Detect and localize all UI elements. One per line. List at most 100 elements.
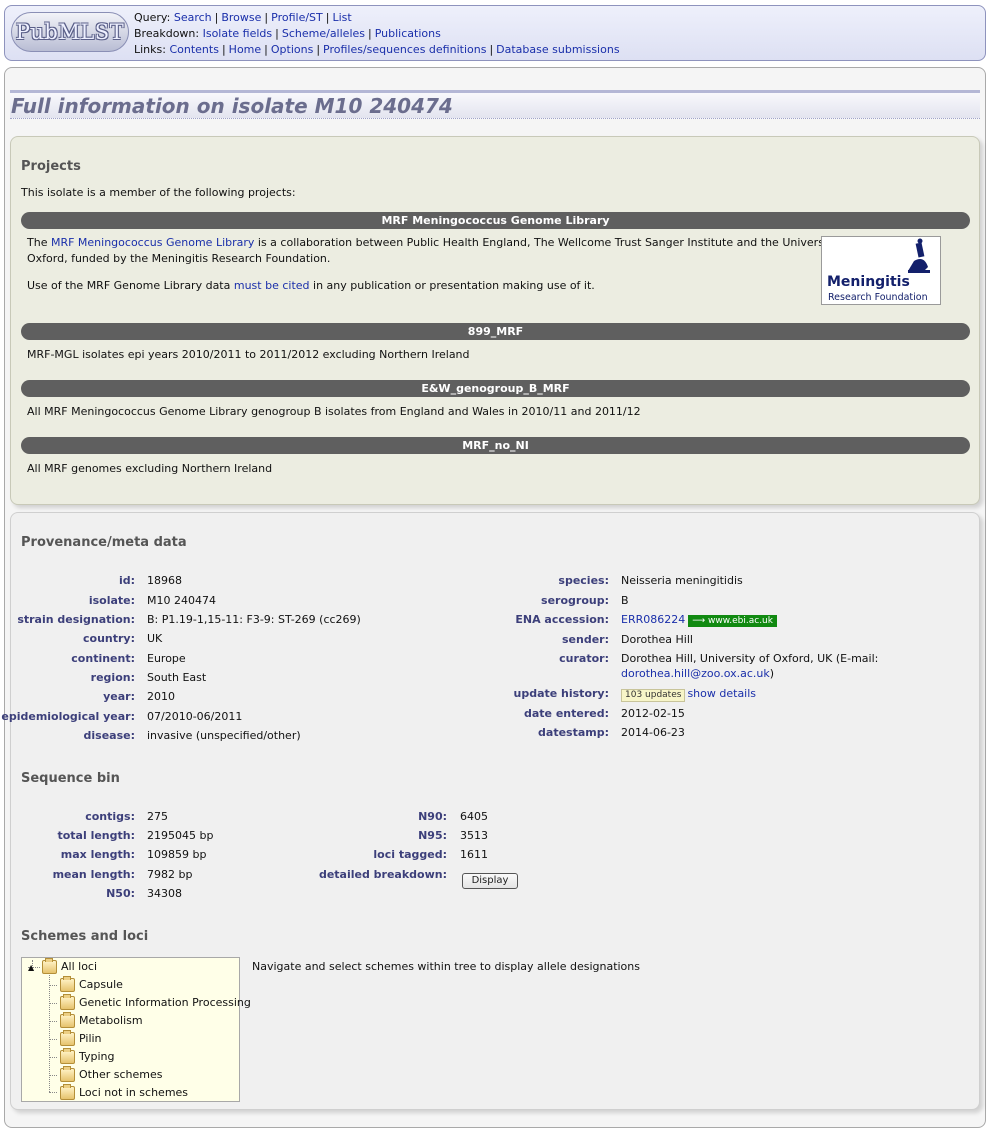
sequence-bin-heading: Sequence bin <box>21 771 120 786</box>
seqbin-value-n50: 34308 <box>147 887 182 900</box>
project-header-mrf-no-ni: MRF_no_NI <box>21 437 970 454</box>
must-be-cited-link[interactable]: must be cited <box>234 279 310 292</box>
project-header-mrf-library: MRF Meningococcus Genome Library <box>21 212 970 229</box>
publications-link[interactable]: Publications <box>375 27 441 40</box>
field-label-sender: sender: <box>562 633 609 646</box>
folder-icon <box>60 976 75 992</box>
field-label-continent: continent: <box>71 652 135 665</box>
page-title: Full information on isolate M10 240474 <box>11 94 453 118</box>
projects-box: Projects This isolate is a member of the… <box>10 136 980 505</box>
project-desc-899-mrf: MRF-MGL isolates epi years 2010/2011 to … <box>27 348 470 361</box>
breakdown-label: Breakdown: <box>134 27 200 40</box>
list-link[interactable]: List <box>332 11 351 24</box>
desc-text: The <box>27 236 51 249</box>
field-label-datestamp: datestamp: <box>538 726 609 739</box>
meningitis-research-foundation-logo[interactable]: Meningitis Research Foundation <box>821 236 941 305</box>
field-label-curator: curator: <box>559 652 609 665</box>
seqbin-label-max-length: max length: <box>60 848 135 861</box>
tree-toggle-icon[interactable]: ▲ <box>28 959 34 975</box>
field-label-epidemiological-year: epidemiological year: <box>1 710 135 723</box>
seqbin-label-n50: N50: <box>106 887 135 900</box>
scheme-tree[interactable]: ▲ All loci Capsule Genetic Information P… <box>21 957 251 1102</box>
breakdown-row: Breakdown: Isolate fields | Scheme/alleles… <box>134 27 441 40</box>
field-value-curator: Dorothea Hill, University of Oxford, UK … <box>621 651 878 681</box>
folder-icon <box>42 958 57 974</box>
folder-icon <box>60 1084 75 1100</box>
seqbin-label-n95: N95: <box>418 829 447 842</box>
seqbin-label-loci-tagged: loci tagged: <box>373 848 447 861</box>
tree-node-label: Typing <box>79 1050 115 1063</box>
field-value-continent: Europe <box>147 652 186 665</box>
tree-node-label: Genetic Information Processing <box>79 996 251 1009</box>
seqbin-value-n90: 6405 <box>460 810 488 823</box>
tree-node-label: All loci <box>61 960 98 973</box>
field-label-ena-accession: ENA accession: <box>515 613 609 626</box>
home-link[interactable]: Home <box>229 43 261 56</box>
project-desc-ew-genogroup-b: All MRF Meningococcus Genome Library gen… <box>27 405 641 418</box>
field-value-id: 18968 <box>147 574 182 587</box>
field-value-species: Neisseria meningitidis <box>621 574 743 587</box>
field-value-date-entered: 2012-02-15 <box>621 707 685 720</box>
folder-icon <box>60 1030 75 1046</box>
tree-line <box>49 985 57 986</box>
database-submissions-link[interactable]: Database submissions <box>496 43 619 56</box>
tree-node-label: Metabolism <box>79 1014 143 1027</box>
tree-node-label: Pilin <box>79 1032 102 1045</box>
provenance-heading: Provenance/meta data <box>21 535 187 550</box>
pubmlst-logo[interactable]: PubMLST <box>11 12 129 52</box>
tree-line <box>49 1021 57 1022</box>
header-bar: PubMLST Query: Search | Browse | Profile/ST |… <box>4 5 986 61</box>
curator-close-paren: ) <box>769 667 775 680</box>
schemes-heading: Schemes and loci <box>21 929 149 944</box>
tree-line <box>49 1039 57 1040</box>
seqbin-label-contigs: contigs: <box>85 810 135 823</box>
cite-text: Use of the MRF Genome Library data <box>27 279 234 292</box>
tree-node-label: Other schemes <box>79 1068 163 1081</box>
logo-subtitle: Research Foundation <box>828 292 928 303</box>
field-label-species: species: <box>558 574 609 587</box>
field-label-isolate: isolate: <box>88 594 135 607</box>
browse-link[interactable]: Browse <box>221 11 261 24</box>
mrf-library-link[interactable]: MRF Meningococcus Genome Library <box>51 236 254 249</box>
seqbin-label-total-length: total length: <box>57 829 135 842</box>
display-breakdown-button[interactable]: Display <box>462 873 518 889</box>
project-header-ew-genogroup-b: E&W_genogroup_B_MRF <box>21 380 970 397</box>
projects-heading: Projects <box>21 159 81 174</box>
query-row: Query: Search | Browse | Profile/ST | List <box>134 11 352 24</box>
seqbin-label-n90: N90: <box>418 810 447 823</box>
ena-accession-link[interactable]: ERR086224 <box>621 613 685 626</box>
field-value-epidemiological-year: 07/2010-06/2011 <box>147 710 243 723</box>
field-value-serogroup: B <box>621 594 629 607</box>
folder-icon <box>60 994 75 1010</box>
field-value-ena-accession: ERR086224 ⟶ www.ebi.ac.uk <box>621 612 777 627</box>
field-label-year: year: <box>103 690 135 703</box>
field-label-serogroup: serogroup: <box>541 594 609 607</box>
update-count-badge: 103 updates <box>621 689 686 702</box>
field-value-isolate: M10 240474 <box>147 594 216 607</box>
options-link[interactable]: Options <box>271 43 313 56</box>
field-value-update-history: 103 updates show details <box>621 686 756 702</box>
contents-link[interactable]: Contents <box>169 43 218 56</box>
field-value-disease: invasive (unspecified/other) <box>147 729 301 742</box>
field-value-sender: Dorothea Hill <box>621 633 693 646</box>
search-link[interactable]: Search <box>174 11 212 24</box>
desc-text: Oxford, funded by the Meningitis Researc… <box>27 252 331 265</box>
title-bar: Full information on isolate M10 240474 <box>10 90 980 119</box>
field-value-year: 2010 <box>147 690 175 703</box>
field-value-datestamp: 2014-06-23 <box>621 726 685 739</box>
profile-st-link[interactable]: Profile/ST <box>271 11 323 24</box>
profiles-definitions-link[interactable]: Profiles/sequences definitions <box>323 43 486 56</box>
scheme-alleles-link[interactable]: Scheme/alleles <box>282 27 365 40</box>
seqbin-value-loci-tagged: 1611 <box>460 848 488 861</box>
project-header-899-mrf: 899_MRF <box>21 323 970 340</box>
isolate-fields-link[interactable]: Isolate fields <box>203 27 273 40</box>
field-label-country: country: <box>83 632 135 645</box>
ebi-external-link-badge[interactable]: ⟶ www.ebi.ac.uk <box>688 615 777 627</box>
curator-text: Dorothea Hill, University of Oxford, UK … <box>621 652 879 665</box>
links-label: Links: <box>134 43 166 56</box>
curator-email-link[interactable]: dorothea.hill@zoo.ox.ac.uk <box>621 667 770 680</box>
provenance-box: Provenance/meta data id: 18968 isolate: … <box>1 512 980 1110</box>
seqbin-label-detailed-breakdown: detailed breakdown: <box>318 868 447 881</box>
show-details-link[interactable]: show details <box>687 687 756 700</box>
project-cite-note: Use of the MRF Genome Library data must … <box>27 278 595 294</box>
